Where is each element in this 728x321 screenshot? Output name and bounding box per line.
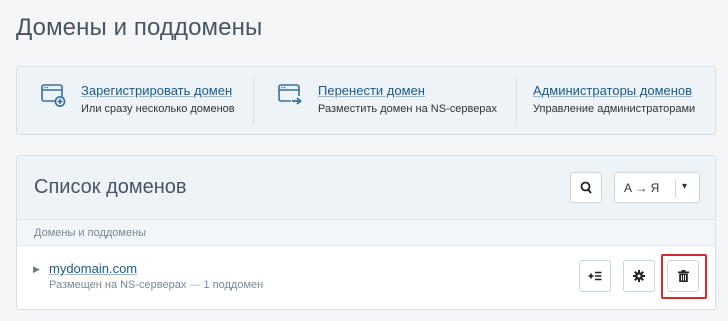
subdomain-count: 1 поддомен: [203, 279, 264, 291]
domain-meta: Размещен на NS-серверах — 1 поддомен: [49, 279, 263, 291]
search-button[interactable]: [570, 172, 602, 203]
add-subdomain-icon: [588, 271, 602, 281]
domain-link[interactable]: mydomain.com: [49, 261, 137, 276]
register-domain-description: Или сразу несколько доменов: [81, 103, 235, 115]
hosting-status: Размещен на NS-серверах: [49, 279, 187, 291]
expand-caret-icon[interactable]: ▶: [33, 264, 40, 275]
page-title: Домены и поддомены: [16, 14, 263, 41]
sort-select[interactable]: А → Я ▾: [614, 172, 700, 203]
delete-button[interactable]: [667, 260, 699, 292]
domain-list-card: Список доменов А → Я ▾ Домены и поддомен…: [16, 155, 716, 310]
gear-icon: [633, 270, 645, 282]
domain-list-title: Список доменов: [34, 176, 187, 198]
table-row: ▶ mydomain.com Размещен на NS-серверах —…: [17, 246, 715, 308]
column-header: Домены и поддомены: [17, 220, 715, 246]
domain-list-header: Список доменов А → Я ▾: [17, 156, 715, 220]
transfer-domain-description: Разместить домен на NS-серверах: [318, 103, 498, 115]
chevron-down-icon[interactable]: ▾: [682, 181, 687, 192]
transfer-domain-action[interactable]: Перенести домен Разместить домен на NS-с…: [254, 67, 516, 134]
transfer-domain-icon: [278, 84, 302, 106]
domain-admins-link[interactable]: Администраторы доменов: [533, 83, 695, 98]
register-domain-icon: [41, 84, 66, 107]
trash-icon: [677, 270, 689, 282]
domain-admins-description: Управление администраторами: [533, 103, 696, 115]
domain-admins-action[interactable]: Администраторы доменов Управление админи…: [517, 67, 715, 134]
transfer-domain-link[interactable]: Перенести домен: [318, 83, 497, 98]
quick-actions-panel: Зарегистрировать домен Или сразу несколь…: [16, 66, 716, 135]
register-domain-action[interactable]: Зарегистрировать домен Или сразу несколь…: [17, 67, 253, 134]
register-domain-link[interactable]: Зарегистрировать домен: [81, 83, 235, 98]
settings-button[interactable]: [623, 260, 655, 292]
sort-separator: [675, 179, 676, 198]
add-subdomain-button[interactable]: [579, 260, 611, 292]
search-icon: [580, 181, 592, 194]
sort-label: А → Я: [624, 181, 660, 195]
meta-separator: —: [189, 279, 201, 291]
